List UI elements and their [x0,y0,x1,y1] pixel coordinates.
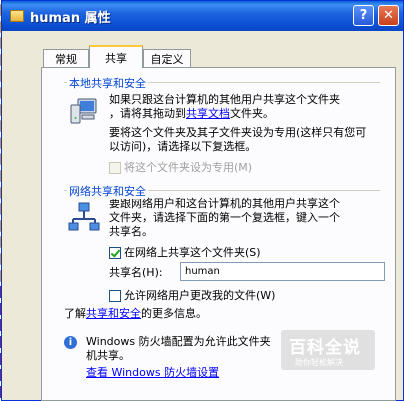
info-icon: i [64,336,77,349]
help-button[interactable]: ? [353,5,374,26]
network-text-line2: 文件夹，请选择下面的第一个复选框，键入一个 [109,211,340,224]
firewall-text-line2: 机共享。 [86,349,130,362]
local-text-line4: 以访问)，请选择以下复选框。 [109,140,257,153]
local-text-line1: 如果只跟这台计算机的其他用户共享这个文件夹 [109,93,340,106]
allow-change-files-checkbox[interactable] [109,290,121,302]
network-text-line3: 共享名。 [109,225,153,238]
share-name-input[interactable]: human [180,262,385,281]
close-button[interactable]: ✕ [378,5,399,26]
local-text-line2-prefix: ，请将其拖动到 [109,107,186,120]
local-text-line3: 要将这个文件夹及其子文件夹设为专用(这样只有您可 [109,126,367,139]
network-sharing-group-title: 网络共享和安全 [67,183,148,199]
folder-icon [10,10,24,22]
watermark-title: 百科全说 [289,338,361,358]
network-text-line1: 要跟网络用户和这台计算机的其他用户共享这个 [109,197,340,210]
learn-more-prefix: 了解 [64,307,86,320]
learn-more-text: 了解共享和安全的更多信息。 [64,307,207,321]
window-title: human 属性 [30,10,111,26]
firewall-settings-link[interactable]: 查看 Windows 防火墙设置 [86,366,219,380]
make-private-label: 将这个文件夹设为专用(M) [124,161,253,174]
make-private-checkbox[interactable] [109,162,121,174]
learn-more-suffix: 的更多信息。 [141,307,207,320]
tab-general[interactable]: 常规 [43,49,89,67]
tab-sharing[interactable]: 共享 [89,45,143,68]
watermark-logo: 百科全说 助你轻松解决 [281,330,375,370]
local-sharing-group-title: 本地共享和安全 [67,75,148,91]
local-text-line2: ，请将其拖动到共享文档文件夹。 [109,107,274,121]
shared-documents-link[interactable]: 共享文档 [186,107,230,120]
network-share-icon [68,202,100,231]
firewall-text-line1: Windows 防火墙配置为允许此文件夹 [86,335,271,348]
sharing-security-link[interactable]: 共享和安全 [86,307,141,320]
share-on-network-label: 在网络上共享这个文件夹(S) [124,246,261,259]
title-bar[interactable]: human 属性 ? ✕ [2,1,403,31]
watermark-subtitle: 助你轻松解决 [295,358,343,367]
allow-change-files-label: 允许网络用户更改我的文件(W) [124,289,276,302]
tab-customize[interactable]: 自定义 [143,49,191,67]
share-on-network-checkbox[interactable] [109,247,121,259]
share-name-label: 共享名(H): [109,266,163,279]
local-text-line2-suffix: 文件夹。 [230,107,274,120]
computer-icon [70,98,97,124]
